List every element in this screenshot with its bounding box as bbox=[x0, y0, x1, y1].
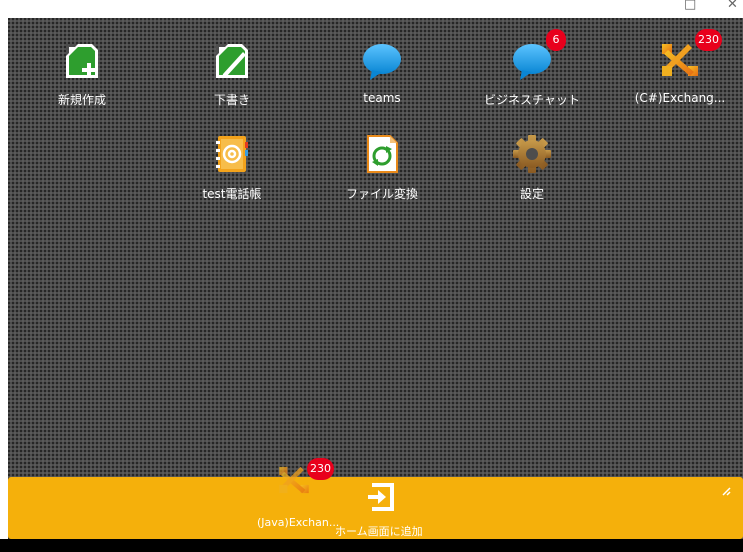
draft-icon bbox=[210, 38, 254, 82]
dock-app-label: (Java)Exchan... bbox=[257, 516, 340, 529]
app-draft[interactable]: 下書き bbox=[172, 38, 292, 108]
bottom-bar bbox=[0, 539, 743, 552]
app-csharp-exchange[interactable]: 230 (C#)Exchang... bbox=[620, 29, 740, 105]
notification-badge: 230 bbox=[307, 458, 334, 480]
app-label: test電話帳 bbox=[202, 187, 262, 201]
close-button[interactable]: ✕ bbox=[727, 0, 738, 18]
app-teams[interactable]: teams bbox=[322, 38, 442, 105]
app-label: ビジネスチャット bbox=[484, 93, 580, 107]
chat-bubble-icon: 6 bbox=[510, 29, 566, 82]
exchange-icon: 230 bbox=[658, 29, 722, 82]
exchange-icon: 230 bbox=[276, 458, 334, 498]
add-to-home-button[interactable]: ホーム画面に追加 bbox=[335, 476, 435, 538]
app-label: 下書き bbox=[213, 93, 250, 107]
add-to-home-label: ホーム画面に追加 bbox=[335, 525, 423, 538]
app-test-address-book[interactable]: test電話帳 bbox=[172, 132, 292, 202]
address-book-icon bbox=[210, 132, 254, 176]
app-file-convert[interactable]: ファイル変換 bbox=[322, 132, 442, 202]
notification-badge: 6 bbox=[546, 29, 566, 51]
app-window: □ ✕ 新規作成 下書き teams 6 ビジネスチャット 230 (C#)Ex… bbox=[0, 0, 743, 552]
app-label: ファイル変換 bbox=[345, 187, 418, 201]
app-settings[interactable]: 設定 bbox=[472, 132, 592, 202]
add-to-home-icon bbox=[364, 481, 396, 513]
maximize-button[interactable]: □ bbox=[684, 0, 696, 18]
app-label: 設定 bbox=[519, 187, 544, 201]
chat-bubble-icon bbox=[360, 38, 404, 82]
dock-app-java-exchange[interactable]: 230 bbox=[251, 458, 337, 498]
app-new-document[interactable]: 新規作成 bbox=[22, 38, 142, 108]
app-label: 新規作成 bbox=[57, 93, 106, 107]
new-document-icon bbox=[60, 38, 104, 82]
app-label: teams bbox=[363, 91, 401, 105]
file-convert-icon bbox=[360, 132, 404, 176]
gear-icon bbox=[510, 132, 554, 176]
resize-grip-icon[interactable] bbox=[721, 481, 731, 496]
window-left-edge bbox=[0, 18, 8, 552]
notification-badge: 230 bbox=[695, 29, 722, 51]
title-bar: □ ✕ bbox=[0, 0, 743, 18]
app-label: (C#)Exchang... bbox=[634, 91, 726, 105]
app-business-chat[interactable]: 6 ビジネスチャット bbox=[472, 29, 592, 108]
